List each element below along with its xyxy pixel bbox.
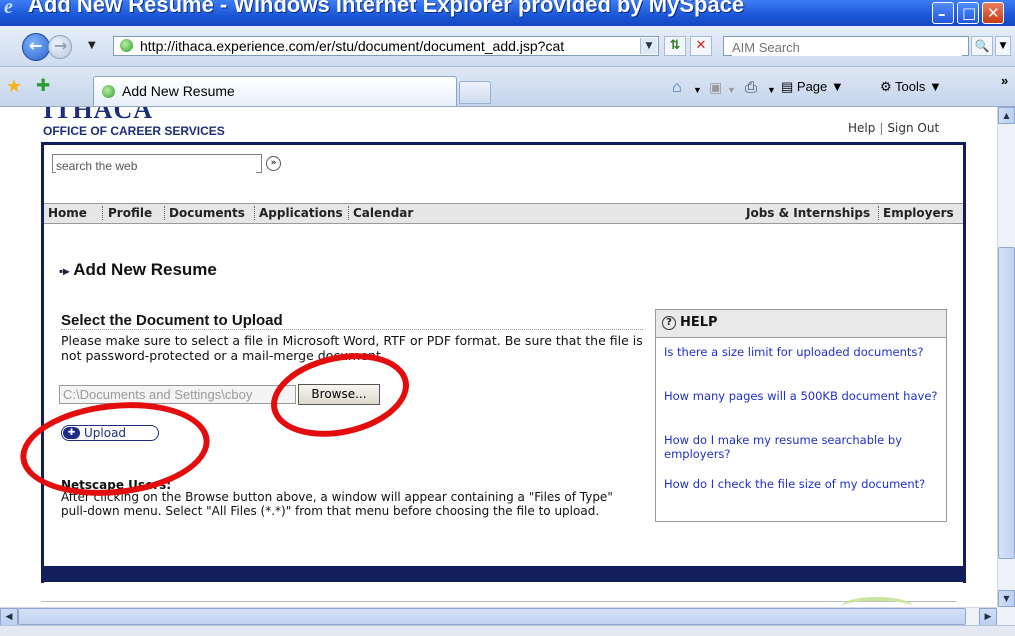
site-logo[interactable]: ITHACA [43,107,153,125]
home-icon[interactable]: ⌂ [672,79,682,97]
footer-logo-swoosh [842,597,912,607]
tools-menu[interactable]: ⚙ Tools ▼ [880,79,942,95]
stop-button[interactable]: ✕ [690,36,712,56]
search-go-button[interactable]: 🔍 [971,36,993,56]
nav-jobs-internships[interactable]: Jobs & Internships [746,206,870,220]
status-bar [0,625,1015,636]
sign-out-link[interactable]: Sign Out [887,121,939,135]
minimize-icon: – [938,5,946,23]
address-url[interactable]: http://ithaca.experience.com/er/stu/docu… [140,38,625,54]
web-search-go-button[interactable]: » [266,156,281,171]
horizontal-scroll-thumb[interactable] [18,608,966,625]
address-dropdown-icon[interactable]: ▼ [640,38,657,54]
main-nav: Home Profile Documents Applications Cale… [44,203,963,224]
help-link-file-size[interactable]: How do I check the file size of my docum… [664,477,944,492]
help-title: HELP [680,315,718,330]
help-link-size-limit[interactable]: Is there a size limit for uploaded docum… [664,345,944,360]
window-title: Add New Resume - Windows Internet Explor… [28,0,745,17]
help-link-pages[interactable]: How many pages will a 500KB document hav… [664,389,944,404]
tools-menu-label: Tools [895,79,926,94]
nav-home[interactable]: Home [48,206,87,220]
link-separator: | [879,121,884,135]
back-button[interactable]: ← [22,33,50,61]
refresh-button[interactable]: ⇅ [664,36,686,56]
nav-employers[interactable]: Employers [883,206,954,220]
footer-divider [41,601,956,602]
search-icon: 🔍 [974,39,990,53]
scroll-up-button[interactable]: ▲ [998,107,1015,124]
close-button[interactable]: ✕ [982,2,1004,24]
scroll-down-button[interactable]: ▼ [998,590,1015,607]
nav-documents[interactable]: Documents [169,206,245,220]
feeds-icon[interactable]: ▣ [709,79,722,96]
new-tab-button[interactable] [459,81,491,104]
vertical-scrollbar[interactable]: ▲ ▼ [997,107,1015,607]
home-dropdown-icon[interactable]: ▼ [693,85,702,95]
page-icon: ▤ [781,79,797,94]
page-favicon-icon [120,39,133,52]
page-title-text: Add New Resume [73,260,217,279]
nav-calendar[interactable]: Calendar [353,206,413,220]
vertical-scroll-thumb[interactable] [998,247,1015,559]
file-path-value: C:\Documents and Settings\cboy [63,387,253,402]
tab-label: Add New Resume [122,83,235,99]
help-panel: ? HELP Is there a size limit for uploade… [655,309,947,522]
tab-add-new-resume[interactable]: Add New Resume [93,76,457,106]
nav-divider [878,206,880,220]
help-link-searchable[interactable]: How do I make my resume searchable by em… [664,433,944,461]
nav-divider [102,206,104,220]
web-search-input[interactable] [56,158,256,174]
nav-profile[interactable]: Profile [108,206,152,220]
nav-divider [254,206,256,220]
print-dropdown-icon[interactable]: ▼ [767,85,776,95]
section-divider [61,329,643,330]
heading-bullet-icon: ▪▸ [59,264,70,278]
aim-search-input[interactable] [732,39,962,56]
scroll-left-button[interactable]: ◀ [0,608,18,626]
page-title: ▪▸ Add New Resume [59,260,217,280]
ie-logo-icon: e [4,0,13,18]
tab-toolbar: ★ ✚ Add New Resume ⌂ ▼ ▣ ▼ ⎙ ▼ ▤ Page ▼ … [0,67,1015,107]
section-title: Select the Document to Upload [61,312,283,329]
page-viewport: ITHACA OFFICE OF CAREER SERVICES Help | Si… [0,107,997,607]
maximize-button[interactable]: □ [957,2,979,24]
horizontal-scrollbar[interactable]: ◀ ▶ [0,607,997,626]
window-title-bar[interactable]: e Add New Resume - Windows Internet Expl… [0,0,1015,26]
print-icon[interactable]: ⎙ [745,79,757,96]
forward-button[interactable]: → [48,35,72,59]
search-options-dropdown[interactable]: ▼ [995,36,1011,56]
page-menu-label: Page [796,79,828,94]
favorites-star-icon[interactable]: ★ [6,76,22,97]
gear-icon: ⚙ [880,79,896,94]
maximize-icon: □ [962,4,977,22]
back-arrow-icon: ← [29,36,43,55]
tab-favicon-icon [102,85,115,98]
nav-divider [348,206,350,220]
content-frame-footer-bar [41,566,966,582]
web-search-box[interactable] [52,154,262,174]
more-commands-chevron[interactable]: » [1001,73,1008,88]
forward-arrow-icon: → [54,36,68,55]
minimize-button[interactable]: – [932,2,954,24]
file-path-input[interactable]: C:\Documents and Settings\cboy [59,385,296,404]
nav-divider [164,206,166,220]
nav-applications[interactable]: Applications [259,206,343,220]
help-link[interactable]: Help [848,121,875,135]
account-links: Help | Sign Out [848,121,939,135]
help-panel-header: ? HELP [656,310,946,338]
history-dropdown-icon[interactable]: ▼ [88,40,96,51]
netscape-instructions: After clicking on the Browse button abov… [61,490,613,518]
address-bar[interactable]: http://ithaca.experience.com/er/stu/docu… [113,36,659,56]
scrollbar-corner [997,607,1015,625]
close-icon: ✕ [987,4,1000,22]
scroll-right-button[interactable]: ▶ [979,608,997,626]
help-icon: ? [662,316,676,330]
aim-search-box[interactable] [723,36,969,56]
feeds-dropdown-icon[interactable]: ▼ [727,85,736,95]
page-menu[interactable]: ▤ Page ▼ [781,79,844,95]
add-favorite-icon[interactable]: ✚ [36,76,50,96]
org-name: OFFICE OF CAREER SERVICES [43,124,225,138]
